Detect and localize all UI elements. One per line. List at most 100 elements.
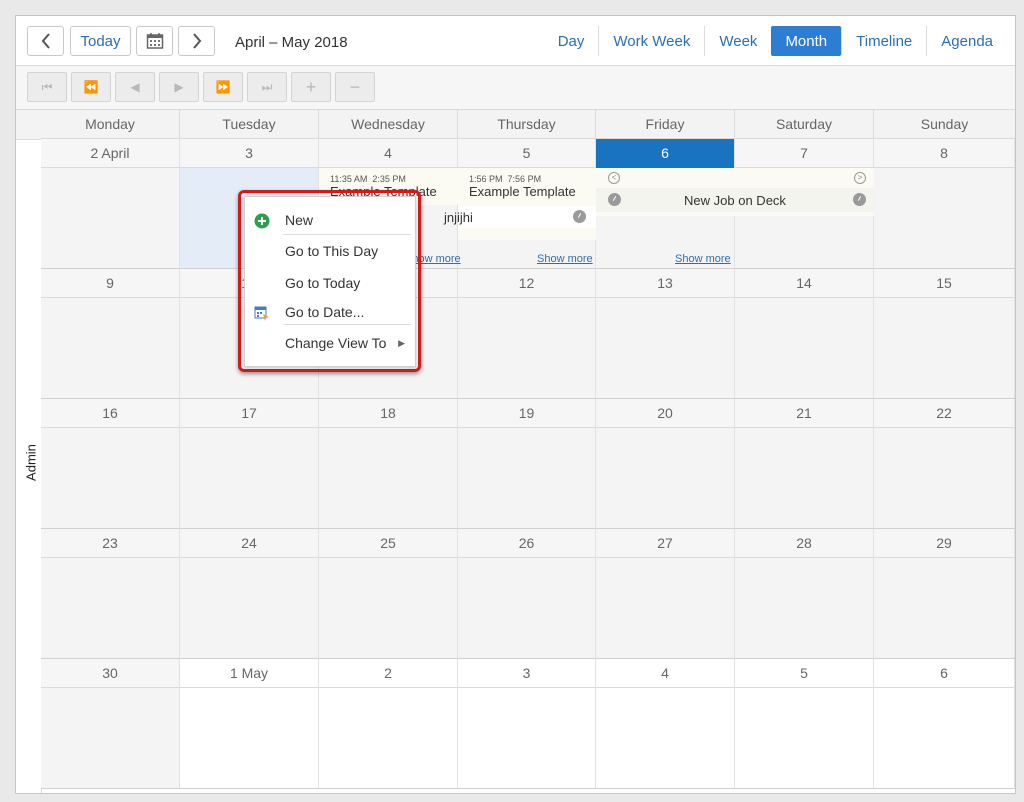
day-cell-body[interactable] bbox=[458, 558, 595, 658]
day-cell[interactable]: 26 bbox=[458, 529, 596, 659]
day-cell[interactable]: 6 bbox=[874, 659, 1015, 789]
view-week[interactable]: Week bbox=[704, 26, 771, 56]
day-cell[interactable]: 2 bbox=[319, 659, 458, 789]
day-cell[interactable]: 23 bbox=[41, 529, 180, 659]
day-cell[interactable]: 28 bbox=[735, 529, 874, 659]
show-more-friday[interactable]: Show more bbox=[675, 253, 731, 265]
day-number[interactable]: 6 bbox=[596, 139, 734, 168]
day-cell-body[interactable] bbox=[596, 558, 734, 658]
day-number[interactable]: 2 bbox=[319, 659, 457, 688]
day-cell[interactable]: 14 bbox=[735, 269, 874, 399]
day-number[interactable]: 26 bbox=[458, 529, 595, 558]
day-cell-body[interactable] bbox=[874, 428, 1014, 528]
view-month[interactable]: Month bbox=[771, 26, 842, 56]
day-cell[interactable]: 15 bbox=[874, 269, 1015, 399]
day-cell-body[interactable] bbox=[458, 428, 595, 528]
day-cell-body[interactable] bbox=[180, 688, 318, 788]
menu-item-go-to-this-day[interactable]: Go to This Day bbox=[245, 237, 415, 265]
day-number[interactable]: 5 bbox=[735, 659, 873, 688]
day-number[interactable]: 27 bbox=[596, 529, 734, 558]
day-cell-body[interactable] bbox=[874, 298, 1014, 398]
day-cell[interactable]: 18 bbox=[319, 399, 458, 529]
day-cell[interactable]: 2 April bbox=[41, 139, 180, 269]
day-cell-body[interactable] bbox=[41, 558, 179, 658]
day-number[interactable]: 4 bbox=[319, 139, 457, 168]
day-cell-body[interactable] bbox=[41, 168, 179, 268]
day-cell-body[interactable] bbox=[180, 558, 318, 658]
day-cell[interactable]: 30 bbox=[41, 659, 180, 789]
day-cell[interactable]: 22 bbox=[874, 399, 1015, 529]
day-number[interactable]: 14 bbox=[735, 269, 873, 298]
fast-forward-button[interactable]: ⏩ bbox=[203, 72, 243, 102]
day-cell[interactable]: 9 bbox=[41, 269, 180, 399]
day-cell-body[interactable] bbox=[319, 558, 457, 658]
day-cell[interactable]: 13 bbox=[596, 269, 735, 399]
day-cell[interactable]: 21 bbox=[735, 399, 874, 529]
day-cell-body[interactable] bbox=[458, 298, 595, 398]
day-number[interactable]: 7 bbox=[735, 139, 873, 168]
day-cell-body[interactable] bbox=[41, 688, 179, 788]
day-cell[interactable]: 1 May bbox=[180, 659, 319, 789]
view-day[interactable]: Day bbox=[544, 26, 599, 56]
day-cell-body[interactable] bbox=[41, 428, 179, 528]
day-number[interactable]: 16 bbox=[41, 399, 179, 428]
day-cell-body[interactable] bbox=[874, 688, 1014, 788]
day-number[interactable]: 23 bbox=[41, 529, 179, 558]
day-cell-body[interactable] bbox=[41, 298, 179, 398]
day-cell-body[interactable] bbox=[180, 428, 318, 528]
day-cell-body[interactable] bbox=[874, 558, 1014, 658]
day-number[interactable]: 30 bbox=[41, 659, 179, 688]
day-cell[interactable]: 16 bbox=[41, 399, 180, 529]
day-cell-body[interactable] bbox=[874, 168, 1014, 268]
day-cell[interactable]: 12 bbox=[458, 269, 596, 399]
step-back-button[interactable]: ◀ bbox=[115, 72, 155, 102]
day-number[interactable]: 9 bbox=[41, 269, 179, 298]
day-number[interactable]: 3 bbox=[180, 139, 318, 168]
first-button[interactable]: ⏮ bbox=[27, 72, 67, 102]
view-work-week[interactable]: Work Week bbox=[598, 26, 704, 56]
day-cell-body[interactable] bbox=[735, 428, 873, 528]
day-number[interactable]: 6 bbox=[874, 659, 1014, 688]
view-timeline[interactable]: Timeline bbox=[841, 26, 926, 56]
day-number[interactable]: 28 bbox=[735, 529, 873, 558]
menu-item-go-to-today[interactable]: Go to Today bbox=[245, 269, 415, 297]
last-button[interactable]: ⏭ bbox=[247, 72, 287, 102]
day-number[interactable]: 8 bbox=[874, 139, 1014, 168]
day-number[interactable]: 17 bbox=[180, 399, 318, 428]
day-cell[interactable]: 4 bbox=[596, 659, 735, 789]
day-cell-body[interactable] bbox=[735, 558, 873, 658]
day-cell[interactable]: 20 bbox=[596, 399, 735, 529]
day-cell[interactable]: 5 bbox=[735, 659, 874, 789]
day-cell-body[interactable] bbox=[735, 298, 873, 398]
day-cell[interactable]: 3 bbox=[458, 659, 596, 789]
day-cell-body[interactable] bbox=[319, 688, 457, 788]
day-number[interactable]: 15 bbox=[874, 269, 1014, 298]
zoom-out-button[interactable]: − bbox=[335, 72, 375, 102]
day-cell[interactable]: 24 bbox=[180, 529, 319, 659]
day-cell-body[interactable] bbox=[596, 688, 734, 788]
day-number[interactable]: 12 bbox=[458, 269, 595, 298]
show-more-thursday[interactable]: Show more bbox=[537, 253, 593, 265]
date-picker-button[interactable] bbox=[136, 26, 173, 56]
view-agenda[interactable]: Agenda bbox=[926, 26, 1007, 56]
day-cell[interactable]: 25 bbox=[319, 529, 458, 659]
day-number[interactable]: 1 May bbox=[180, 659, 318, 688]
menu-item-change-view-to[interactable]: Change View To ▶ bbox=[245, 329, 415, 357]
day-number[interactable]: 24 bbox=[180, 529, 318, 558]
day-number[interactable]: 19 bbox=[458, 399, 595, 428]
day-cell[interactable]: 19 bbox=[458, 399, 596, 529]
event-friday-saturday[interactable]: < > New Job on Deck bbox=[596, 168, 874, 216]
day-cell-body[interactable] bbox=[458, 688, 595, 788]
day-cell-body[interactable] bbox=[596, 298, 734, 398]
menu-item-go-to-date[interactable]: Go to Date... bbox=[245, 298, 415, 326]
next-button[interactable] bbox=[178, 26, 215, 56]
day-number[interactable]: 21 bbox=[735, 399, 873, 428]
day-cell[interactable]: 29 bbox=[874, 529, 1015, 659]
event-thursday[interactable]: 1:56 PM 7:56 PM Example Template jnjijhi bbox=[444, 168, 596, 240]
day-number[interactable]: 22 bbox=[874, 399, 1014, 428]
day-number[interactable]: 29 bbox=[874, 529, 1014, 558]
rewind-button[interactable]: ⏪ bbox=[71, 72, 111, 102]
today-button[interactable]: Today bbox=[70, 26, 131, 56]
menu-item-new[interactable]: New bbox=[245, 206, 415, 234]
zoom-in-button[interactable]: + bbox=[291, 72, 331, 102]
